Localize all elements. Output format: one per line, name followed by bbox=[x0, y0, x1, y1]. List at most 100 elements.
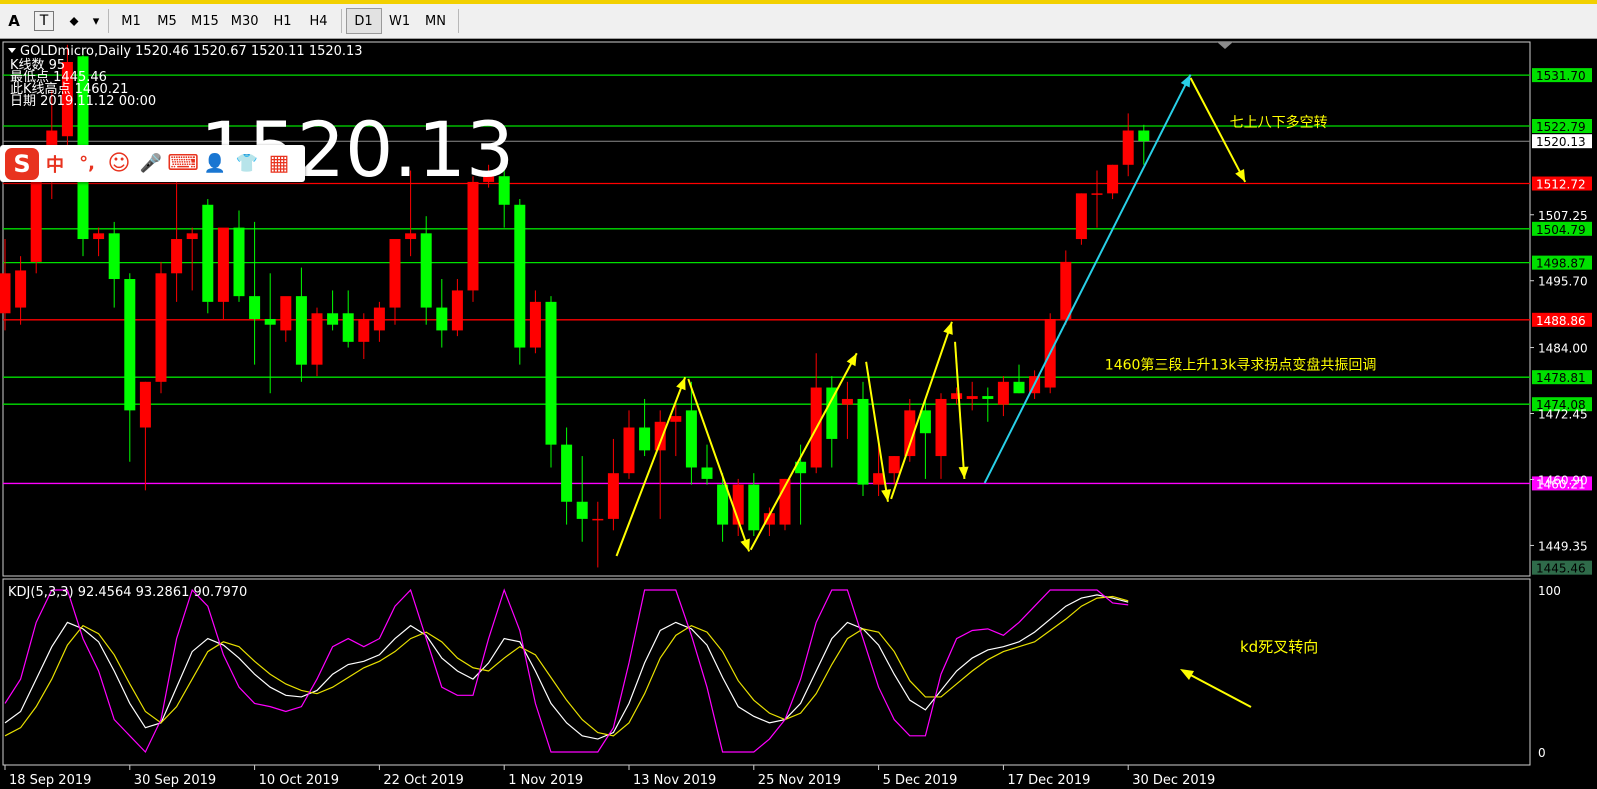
candle-body bbox=[1060, 261, 1072, 319]
timeframe-toolbar: A T ⬥ ▾ M1 M5 M15 M30 H1 H4 D1 W1 MN bbox=[0, 4, 1597, 39]
keyboard-icon[interactable]: ⌨ bbox=[167, 149, 199, 179]
candle-body bbox=[93, 233, 105, 240]
candle-body bbox=[592, 518, 604, 521]
price-axis-label: 1449.35 bbox=[1538, 539, 1588, 553]
candle-body bbox=[514, 204, 526, 348]
candle-body bbox=[607, 473, 619, 519]
candle-body bbox=[217, 227, 229, 302]
time-axis-label: 10 Oct 2019 bbox=[259, 773, 339, 788]
candle[interactable] bbox=[514, 199, 526, 365]
candle-body bbox=[576, 501, 588, 519]
candle-body bbox=[171, 239, 183, 274]
candle-body bbox=[389, 239, 401, 308]
level-price-label: 1478.81 bbox=[1536, 371, 1586, 385]
timeframe-m15-button[interactable]: M15 bbox=[185, 8, 225, 34]
candle-body bbox=[841, 398, 853, 405]
candle-body bbox=[545, 301, 557, 445]
skin-icon[interactable]: 👕 bbox=[231, 149, 263, 179]
toolbar-separator bbox=[108, 9, 109, 33]
candle-body bbox=[108, 233, 120, 280]
timeframe-m30-button[interactable]: M30 bbox=[225, 8, 265, 34]
time-axis-label: 1 Nov 2019 bbox=[508, 773, 583, 788]
candle-body bbox=[124, 279, 136, 411]
user-icon[interactable]: 👤 bbox=[199, 149, 231, 179]
price-axis-label: 1495.70 bbox=[1538, 275, 1588, 289]
candle-body bbox=[1091, 193, 1103, 195]
toolbar-separator bbox=[457, 9, 459, 33]
candle[interactable] bbox=[857, 381, 869, 497]
timeframe-d1-button[interactable]: D1 bbox=[345, 8, 382, 34]
candle-body bbox=[280, 296, 292, 331]
dropdown-arrow-icon[interactable]: ▾ bbox=[88, 8, 104, 34]
candle-body bbox=[451, 290, 463, 331]
candle-body bbox=[1138, 130, 1150, 142]
candle-body bbox=[264, 318, 276, 325]
candle[interactable] bbox=[467, 176, 479, 302]
chinese-mode-icon[interactable]: 中 bbox=[39, 149, 71, 179]
candle-body bbox=[951, 393, 963, 399]
toolbar-separator bbox=[340, 9, 342, 33]
candle-body bbox=[327, 313, 339, 325]
level-price-label: 1504.79 bbox=[1536, 223, 1586, 237]
time-axis-label: 30 Dec 2019 bbox=[1132, 773, 1215, 788]
kdj-axis-label: 100 bbox=[1538, 584, 1561, 598]
apps-grid-icon[interactable]: ▦ bbox=[263, 149, 295, 179]
timeframe-m1-button[interactable]: M1 bbox=[113, 8, 149, 34]
symbol-ohlc-line: GOLDmicro,Daily 1520.46 1520.67 1520.11 … bbox=[20, 44, 363, 59]
time-axis-label: 25 Nov 2019 bbox=[758, 773, 841, 788]
candle-body bbox=[358, 318, 370, 342]
time-axis-label: 22 Oct 2019 bbox=[383, 773, 463, 788]
level-price-label: 1512.72 bbox=[1536, 178, 1586, 192]
candle-body bbox=[202, 204, 214, 302]
candle-body bbox=[467, 181, 479, 291]
candle-body bbox=[857, 398, 869, 485]
chart-annotation-text: 七上八下多空转 bbox=[1230, 114, 1328, 131]
candle[interactable] bbox=[545, 296, 557, 468]
candle-body bbox=[919, 410, 931, 434]
candle-body bbox=[1075, 193, 1087, 240]
level-price-label: 1445.46 bbox=[1536, 562, 1586, 576]
candle-body bbox=[654, 421, 666, 451]
emoji-icon[interactable]: ☺ bbox=[103, 149, 135, 179]
candle-body bbox=[685, 410, 697, 468]
text-label-tool-icon[interactable]: T bbox=[34, 11, 54, 31]
candle-body bbox=[873, 473, 885, 485]
level-price-label: 1498.87 bbox=[1536, 257, 1586, 271]
candle-body bbox=[295, 296, 307, 365]
candle-body bbox=[420, 233, 432, 308]
candle-body bbox=[436, 307, 448, 331]
candle-body bbox=[30, 170, 42, 262]
ime-toolbar[interactable]: S 中 °, ☺ 🎤 ⌨ 👤 👕 ▦ bbox=[0, 145, 305, 182]
candle-body bbox=[15, 270, 27, 308]
candle-body bbox=[373, 307, 385, 331]
timeframe-mn-button[interactable]: MN bbox=[418, 8, 454, 34]
level-price-label: 1488.86 bbox=[1536, 314, 1586, 328]
candle-body bbox=[966, 396, 978, 399]
candle-body bbox=[342, 313, 354, 342]
candle-body bbox=[1107, 164, 1119, 194]
time-axis-label: 17 Dec 2019 bbox=[1007, 773, 1090, 788]
candle[interactable] bbox=[202, 199, 214, 314]
candle-body bbox=[1013, 381, 1025, 394]
candle[interactable] bbox=[155, 261, 167, 394]
shapes-tool-icon[interactable]: ⬥ bbox=[60, 8, 88, 34]
price-axis-label: 1460.90 bbox=[1538, 473, 1588, 487]
kdj-axis-label: 0 bbox=[1538, 746, 1546, 760]
candle-body bbox=[997, 381, 1009, 405]
microphone-icon[interactable]: 🎤 bbox=[135, 149, 167, 179]
price-axis-label: 1507.25 bbox=[1538, 209, 1588, 223]
candle-body bbox=[888, 456, 900, 474]
timeframe-m5-button[interactable]: M5 bbox=[149, 8, 185, 34]
candle-body bbox=[0, 273, 11, 314]
timeframe-w1-button[interactable]: W1 bbox=[382, 8, 418, 34]
candle[interactable] bbox=[1075, 193, 1087, 245]
timeframe-h4-button[interactable]: H4 bbox=[301, 8, 337, 34]
candle-body bbox=[639, 427, 651, 451]
candle-body bbox=[748, 484, 760, 531]
sogou-logo-icon[interactable]: S bbox=[5, 147, 39, 180]
candle-body bbox=[186, 233, 198, 240]
candle-body bbox=[717, 484, 729, 525]
text-tool-icon[interactable]: A bbox=[0, 8, 28, 34]
punctuation-icon[interactable]: °, bbox=[71, 149, 103, 179]
timeframe-h1-button[interactable]: H1 bbox=[265, 8, 301, 34]
